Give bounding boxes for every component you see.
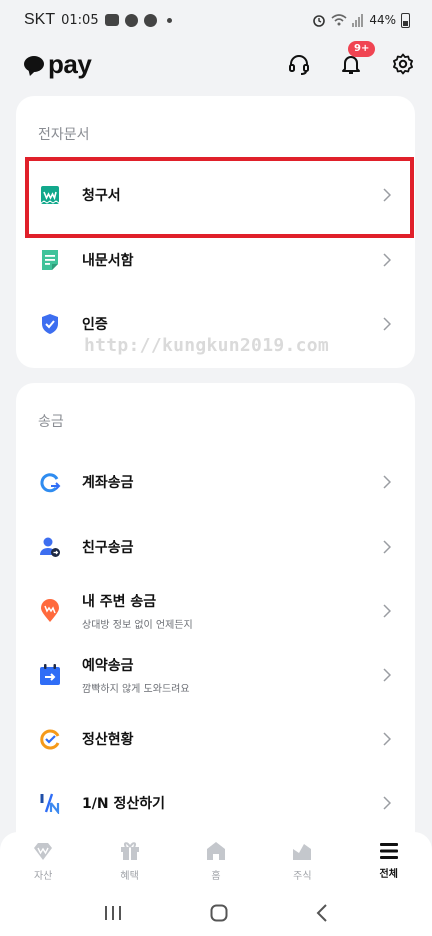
chevron-right-icon bbox=[383, 540, 391, 554]
settings-gear-icon[interactable] bbox=[390, 51, 416, 77]
signal-icon bbox=[352, 13, 364, 27]
menu-item-label: 인증 bbox=[82, 317, 108, 333]
menu-item-sublabel: 깜빡하지 않게 도와드려요 bbox=[82, 684, 190, 695]
menu-item-settlement-status[interactable]: 정산현황 bbox=[16, 710, 415, 768]
pay-logo[interactable]: pay bbox=[24, 48, 92, 80]
menu-icon bbox=[379, 842, 398, 859]
menu-item-nearby-transfer[interactable]: 내 주변 송금 상대방 정보 없이 언제든지 bbox=[16, 582, 415, 640]
more-notifications-icon bbox=[166, 17, 172, 23]
nav-tab-home[interactable]: 홈 bbox=[186, 841, 246, 882]
nav-label: 혜택 bbox=[120, 870, 139, 882]
menu-item-label: 정산현황 bbox=[82, 732, 134, 748]
status-bar: SKT 01:05 44% bbox=[0, 0, 432, 40]
chevron-right-icon bbox=[383, 475, 391, 489]
settlement-status-icon bbox=[38, 727, 62, 751]
nav-tab-all[interactable]: 전체 bbox=[359, 842, 419, 880]
menu-item-scheduled-transfer[interactable]: 예약송금 깜빡하지 않게 도와드려요 bbox=[16, 646, 415, 704]
chevron-right-icon bbox=[383, 796, 391, 810]
gallery-notification-icon bbox=[104, 14, 119, 26]
home-button-icon[interactable] bbox=[210, 904, 228, 922]
menu-item-my-documents[interactable]: 내문서함 bbox=[16, 231, 415, 289]
split-bill-icon bbox=[38, 791, 62, 815]
notification-badge: 9+ bbox=[348, 41, 376, 57]
nav-label: 홈 bbox=[211, 870, 221, 882]
menu-item-label: 예약송금 bbox=[82, 658, 134, 674]
app-header: pay 9+ bbox=[0, 40, 432, 88]
bottom-navigation: 자산 혜택 홈 주식 전체 bbox=[0, 832, 432, 890]
menu-item-sublabel: 상대방 정보 없이 언제든지 bbox=[82, 620, 193, 631]
chevron-right-icon bbox=[383, 188, 391, 202]
invoice-icon bbox=[38, 183, 62, 207]
shield-check-icon bbox=[38, 312, 62, 336]
battery-percent: 44% bbox=[369, 13, 396, 27]
wifi-icon bbox=[331, 14, 347, 26]
friend-transfer-icon bbox=[38, 535, 62, 559]
nav-label: 전체 bbox=[379, 868, 398, 880]
menu-item-invoice[interactable]: 청구서 bbox=[16, 166, 415, 224]
header-actions: 9+ bbox=[286, 41, 416, 77]
nav-tab-benefits[interactable]: 혜택 bbox=[100, 841, 160, 882]
logo-text: pay bbox=[48, 48, 92, 79]
back-button-icon[interactable] bbox=[316, 904, 328, 922]
documents-section-title: 전자문서 bbox=[38, 127, 90, 143]
menu-item-split-bill[interactable]: 1/N 정산하기 bbox=[16, 774, 415, 832]
asset-icon bbox=[34, 842, 53, 860]
nav-label: 자산 bbox=[33, 870, 53, 882]
status-time: 01:05 bbox=[61, 12, 99, 28]
watermark-text: http://kungkun2019.com bbox=[84, 335, 330, 356]
headset-icon[interactable] bbox=[286, 51, 312, 77]
battery-icon bbox=[401, 12, 410, 28]
menu-item-label: 친구송금 bbox=[82, 540, 134, 556]
nav-label: 주식 bbox=[293, 870, 312, 882]
gift-icon bbox=[120, 841, 139, 860]
scheduled-transfer-icon bbox=[38, 663, 62, 687]
status-right: 44% bbox=[312, 12, 410, 28]
chevron-right-icon bbox=[383, 317, 391, 331]
menu-item-label: 내문서함 bbox=[82, 253, 134, 269]
nav-tab-assets[interactable]: 자산 bbox=[13, 841, 73, 882]
speech-bubble-icon bbox=[24, 56, 44, 72]
talk-notification-icon bbox=[124, 13, 138, 27]
nearby-transfer-icon bbox=[38, 599, 62, 623]
notification-bell-icon[interactable]: 9+ bbox=[338, 41, 376, 77]
menu-item-label: 내 주변 송금 bbox=[82, 594, 157, 610]
nav-tab-stocks[interactable]: 주식 bbox=[272, 841, 332, 882]
transfer-card: 송금 계좌송금 친구송금 내 주변 송금 상대방 정보 없이 언제든지 예약송금… bbox=[16, 383, 415, 843]
alarm-icon bbox=[313, 15, 326, 27]
menu-item-label: 청구서 bbox=[82, 188, 121, 204]
stock-icon bbox=[293, 843, 312, 860]
chevron-right-icon bbox=[383, 253, 391, 267]
status-left: SKT 01:05 bbox=[24, 11, 172, 29]
transfer-section-title: 송금 bbox=[38, 414, 64, 430]
menu-item-friend-transfer[interactable]: 친구송금 bbox=[16, 518, 415, 576]
system-navigation-bar bbox=[0, 890, 432, 936]
carrier-label: SKT bbox=[24, 11, 56, 28]
home-icon bbox=[206, 841, 225, 860]
account-transfer-icon bbox=[38, 470, 62, 494]
chevron-right-icon bbox=[383, 604, 391, 618]
recent-apps-icon[interactable] bbox=[104, 905, 122, 921]
document-list-icon bbox=[38, 248, 62, 272]
documents-card: 전자문서 청구서 내문서함 인증 bbox=[16, 96, 415, 368]
menu-item-label: 계좌송금 bbox=[82, 475, 134, 491]
chevron-right-icon bbox=[383, 732, 391, 746]
menu-item-label: 1/N 정산하기 bbox=[82, 796, 165, 812]
menu-item-account-transfer[interactable]: 계좌송금 bbox=[16, 453, 415, 511]
message-notification-icon bbox=[143, 13, 157, 27]
chevron-right-icon bbox=[383, 668, 391, 682]
